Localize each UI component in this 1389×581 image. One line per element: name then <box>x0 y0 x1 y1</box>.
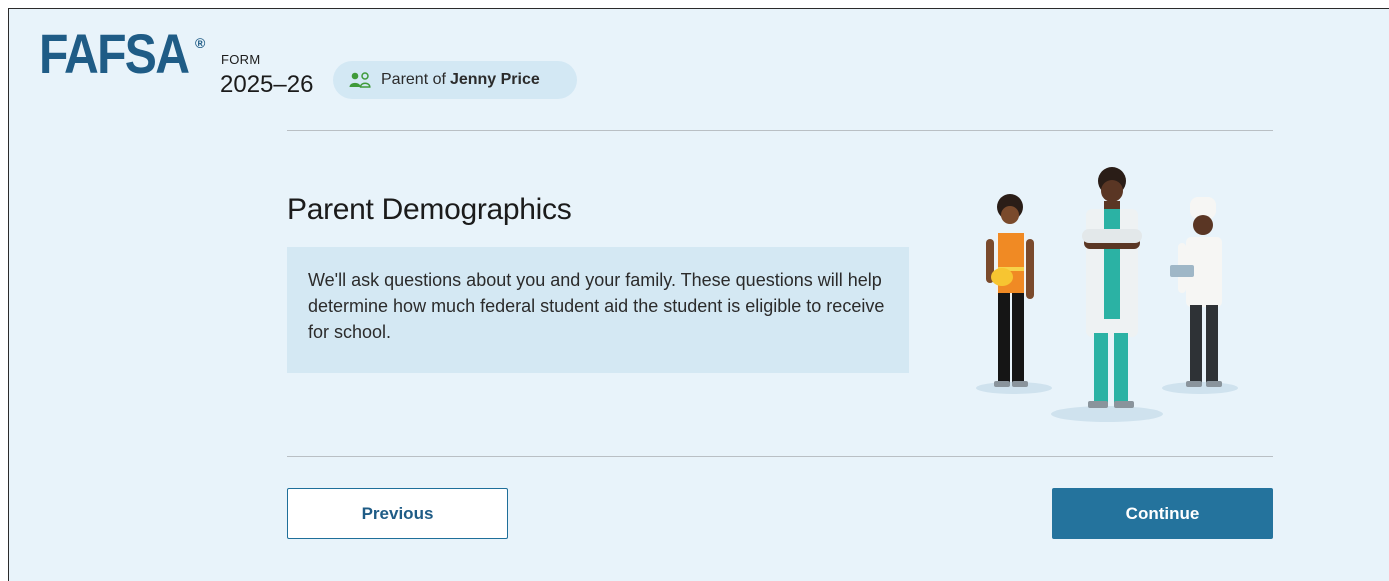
bottom-divider <box>287 456 1273 457</box>
registered-mark: ® <box>195 35 206 51</box>
previous-button[interactable]: Previous <box>287 488 508 539</box>
continue-button[interactable]: Continue <box>1052 488 1273 539</box>
people-icon <box>349 72 371 88</box>
page-frame: FAFSA ® FORM 2025–26 Parent of Jenny Pri… <box>8 8 1389 581</box>
callout-text: We'll ask questions about you and your f… <box>308 270 885 342</box>
top-divider <box>287 130 1273 131</box>
info-callout: We'll ask questions about you and your f… <box>287 247 909 373</box>
form-label: FORM <box>221 52 261 67</box>
student-name: Jenny Price <box>449 71 540 88</box>
three-workers-illustration <box>976 167 1238 422</box>
role-badge: Parent of Jenny Price <box>333 61 577 99</box>
badge-prefix: Parent of <box>381 71 446 88</box>
page-title: Parent Demographics <box>287 193 572 226</box>
fafsa-logo: FAFSA <box>39 22 190 85</box>
form-year: 2025–26 <box>220 71 314 98</box>
